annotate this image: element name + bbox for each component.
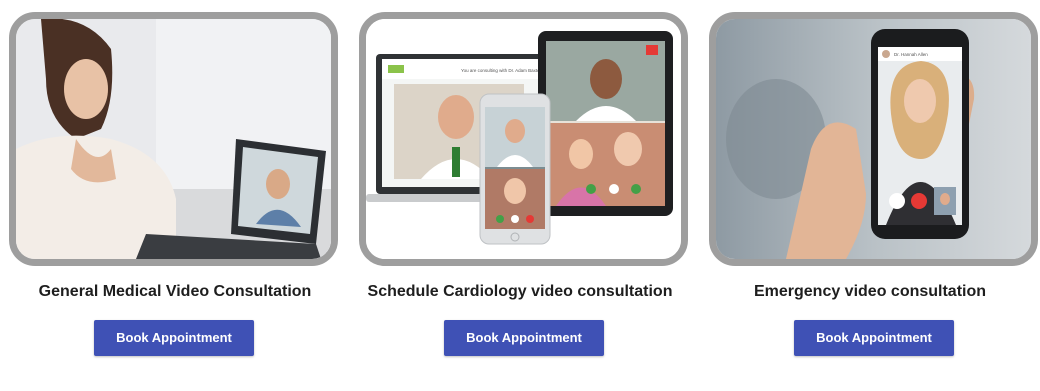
book-appointment-button[interactable]: Book Appointment: [794, 320, 954, 356]
consultation-card-general: General Medical Video Consultation Book …: [0, 0, 340, 391]
card-title: Schedule Cardiology video consultation: [367, 283, 673, 300]
consultation-cards: General Medical Video Consultation Book …: [0, 0, 1040, 391]
book-appointment-button[interactable]: Book Appointment: [444, 320, 604, 356]
card-image-cardiology[interactable]: You are consulting with Dr. Adam Baxter: [359, 12, 688, 266]
card-image-general[interactable]: [9, 12, 338, 266]
consultation-card-emergency: Dr. Hannah Allen Emergency video consult…: [700, 0, 1040, 391]
card-title: Emergency video consultation: [753, 283, 987, 300]
card-image-emergency[interactable]: Dr. Hannah Allen: [709, 12, 1038, 266]
book-appointment-button[interactable]: Book Appointment: [94, 320, 254, 356]
consultation-card-cardiology: You are consulting with Dr. Adam Baxter: [350, 0, 690, 391]
phone-screen-text: Dr. Hannah Allen: [894, 52, 928, 57]
card-title: General Medical Video Consultation: [38, 283, 312, 300]
laptop-screen-text: You are consulting with Dr. Adam Baxter: [461, 68, 542, 73]
